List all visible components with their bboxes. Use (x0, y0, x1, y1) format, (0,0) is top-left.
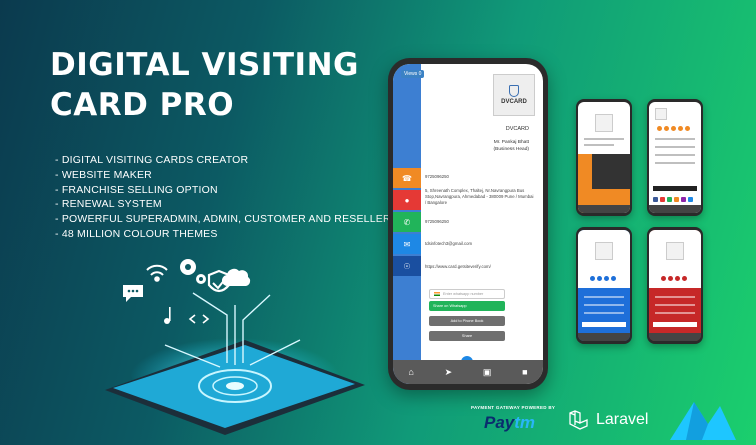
headline-line-1: DIGITAL VISITING (50, 47, 359, 83)
share-icon[interactable]: ➤ (445, 367, 453, 378)
map-pin-icon[interactable]: ● (393, 190, 421, 210)
paytm-caption: PAYMENT GATEWAY POWERED BY (471, 405, 556, 410)
mini-phone-red (647, 227, 703, 344)
mini-phone-light (647, 99, 703, 216)
logo-text: DVCARD (501, 99, 527, 105)
image-icon[interactable]: ▣ (483, 367, 492, 378)
whatsapp-placeholder: Enter whatsapp number (443, 292, 484, 296)
mini-phone-orange (576, 99, 632, 216)
phone-number-1[interactable]: 9725096250 (425, 174, 535, 180)
website-text[interactable]: https://www.card.getsiteverify.com/ (425, 264, 535, 270)
company-name: DVCARD (505, 126, 529, 132)
company-logo: DVCARD (493, 74, 535, 116)
views-badge: Views 0 (401, 70, 425, 78)
hero-smartphone-illustration (105, 259, 365, 435)
add-phone-book-button[interactable]: Add to Phone Book (429, 316, 505, 326)
email-text[interactable]: tdsinfotech3@gmail.com (425, 241, 535, 247)
bottom-navigation: ⌂ ➤ ▣ ■ (393, 360, 543, 384)
share-button-label: Share (461, 334, 473, 338)
headline-line-2: CARD PRO (50, 87, 235, 123)
phone-screen: Views 0 ☎ ● ✆ ✉ ☉ DVCARD DVCARD Mr. Pank… (393, 64, 543, 384)
share-whatsapp-button[interactable]: Share on Whatsapp (429, 301, 505, 311)
home-icon[interactable]: ⌂ (408, 367, 413, 377)
chat-bubble-icon (123, 285, 143, 302)
paytm-pay: Pay (484, 413, 515, 432)
feature-item: - POWERFUL SUPERADMIN, ADMIN, CUSTOMER A… (55, 213, 429, 226)
laravel-logo: Laravel (567, 408, 648, 432)
gear-icon (180, 259, 206, 284)
paytm-logo: Paytm (484, 413, 535, 433)
phone-icon[interactable]: ☎ (393, 168, 421, 188)
feature-item: - FRANCHISE SELLING OPTION (55, 183, 218, 196)
mail-icon[interactable]: ✉ (393, 234, 421, 254)
mini-phone-blue (576, 227, 632, 344)
feature-item: - DIGITAL VISITING CARDS CREATOR (55, 154, 249, 166)
headline: DIGITAL VISITING CARD PRO (50, 45, 370, 125)
person-name: Mr. Pankaj Bhatt (493, 140, 529, 145)
whatsapp-number-input[interactable]: Enter whatsapp number (429, 289, 505, 299)
wifi-icon (146, 264, 168, 282)
code-icon (188, 314, 210, 324)
main-phone-mockup: Views 0 ☎ ● ✆ ✉ ☉ DVCARD DVCARD Mr. Pank… (388, 58, 548, 390)
person-info: Mr. Pankaj Bhatt (Business Head) (494, 139, 529, 153)
whatsapp-button-label: Share on Whatsapp (433, 304, 467, 308)
shield-icon (509, 85, 519, 97)
share-button[interactable]: Share (429, 331, 505, 341)
paytm-tm: tm (514, 413, 536, 432)
whatsapp-icon[interactable]: ✆ (393, 212, 421, 232)
india-flag-icon (434, 292, 440, 296)
laravel-text: Laravel (596, 411, 649, 428)
brand-arrow-logo (670, 402, 736, 440)
music-note-icon (164, 307, 171, 324)
feature-item: - WEBSITE MAKER (55, 168, 152, 181)
phone-number-2[interactable]: 9725096250 (425, 219, 535, 225)
feature-item: - RENEWAL SYSTEM (55, 198, 162, 211)
feature-item: - 48 MILLION COLOUR THEMES (55, 227, 218, 240)
add-button-label: Add to Phone Book (450, 319, 484, 323)
person-title: (Business Head) (493, 147, 529, 152)
address-text: 5, Shreenath Complex, Thaltej, Nr.Navran… (425, 188, 534, 205)
globe-icon[interactable]: ☉ (393, 256, 421, 276)
feature-list: - DIGITAL VISITING CARDS CREATOR - WEBSI… (55, 153, 429, 242)
cloud-icon (221, 268, 251, 287)
cart-icon[interactable]: ■ (522, 367, 527, 377)
laravel-icon (569, 410, 588, 430)
